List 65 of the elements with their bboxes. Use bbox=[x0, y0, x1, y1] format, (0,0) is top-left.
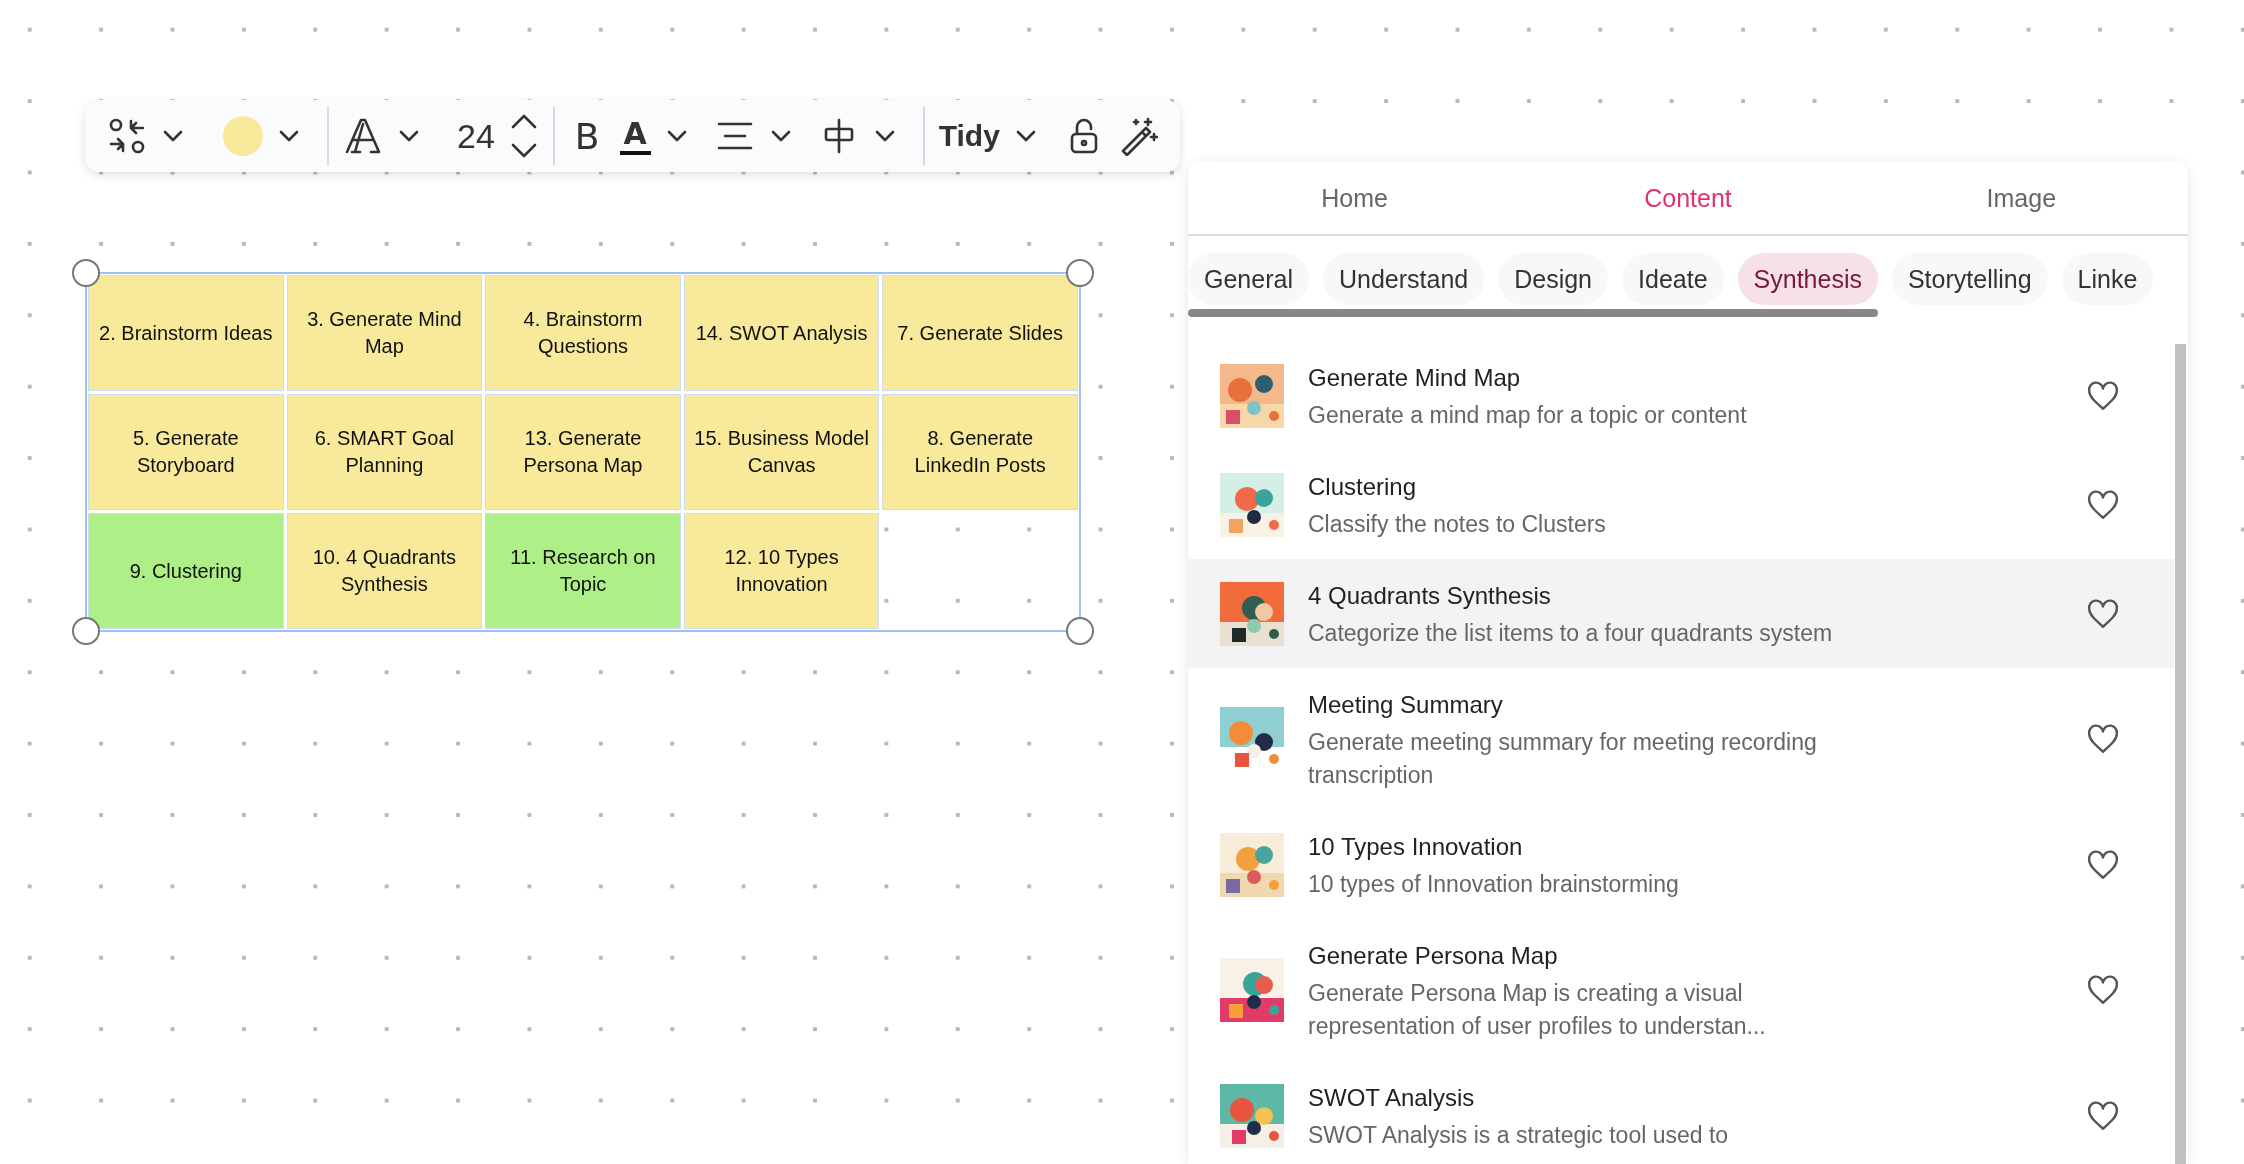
item-title: 4 Quadrants Synthesis bbox=[1308, 581, 1552, 611]
prompt-item[interactable]: SWOT Analysis SWOT Analysis is a strategic tool used to bbox=[1188, 1061, 2174, 1164]
resize-handle[interactable] bbox=[72, 259, 100, 287]
prompt-item[interactable]: Meeting Summary Generate meeting summary for meeting recording transcription bbox=[1188, 668, 2174, 810]
item-title: SWOT Analysis bbox=[1308, 1083, 1476, 1113]
sticky-note[interactable]: 12. 10 Types Innovation bbox=[684, 514, 879, 628]
item-description: Generate Persona Map is creating a visual representation of user profiles to understan... bbox=[1308, 979, 1767, 1041]
sticky-note[interactable]: 2. Brainstorm Ideas bbox=[89, 276, 283, 390]
sticky-note[interactable]: 11. Research on Topic bbox=[486, 514, 680, 628]
item-title: Generate Persona Map bbox=[1308, 941, 1559, 971]
item-title: Clustering bbox=[1308, 472, 1418, 502]
category-chip[interactable]: Storytelling bbox=[1891, 253, 2048, 305]
heart-icon[interactable] bbox=[2086, 596, 2120, 631]
scrollbar[interactable] bbox=[2175, 344, 2186, 1164]
heart-icon[interactable] bbox=[2086, 487, 2120, 522]
tab[interactable]: Image bbox=[1854, 162, 2188, 234]
item-description: Generate a mind map for a topic or content bbox=[1308, 401, 1748, 430]
text-color-button[interactable]: A bbox=[619, 117, 651, 155]
item-description: SWOT Analysis is a strategic tool used to bbox=[1308, 1121, 1730, 1150]
item-title: Meeting Summary bbox=[1308, 690, 1504, 720]
item-title: 10 Types Innovation bbox=[1308, 832, 1524, 862]
sticky-note[interactable]: 13. Generate Persona Map bbox=[486, 395, 680, 509]
resize-handle[interactable] bbox=[72, 617, 100, 645]
font-icon[interactable] bbox=[343, 116, 383, 156]
sticky-note[interactable]: 3. Generate Mind Map bbox=[287, 276, 482, 390]
heart-icon[interactable] bbox=[2086, 1098, 2120, 1133]
tidy-button[interactable]: Tidy bbox=[938, 119, 1000, 153]
prompt-item[interactable]: Clustering Classify the notes to Clusters bbox=[1188, 450, 2174, 559]
sticky-note[interactable]: 6. SMART Goal Planning bbox=[287, 395, 482, 509]
category-chip[interactable]: Ideate bbox=[1622, 253, 1724, 305]
color-swatch[interactable] bbox=[223, 116, 263, 156]
category-chip[interactable]: General bbox=[1188, 253, 1309, 305]
prompt-item[interactable]: 10 Types Innovation 10 types of Innovation brainstorming bbox=[1188, 810, 2174, 919]
font-size-value[interactable]: 24 bbox=[457, 116, 495, 156]
swap-icon[interactable] bbox=[107, 116, 147, 156]
prompt-item[interactable]: Generate Mind Map Generate a mind map for a topic or content bbox=[1188, 341, 2174, 450]
item-title: Generate Mind Map bbox=[1308, 363, 1522, 393]
item-description: Categorize the list items to a four quadrants system bbox=[1308, 619, 1834, 648]
sticky-note[interactable]: 4. Brainstorm Questions bbox=[486, 276, 680, 390]
sticky-note[interactable]: 9. Clustering bbox=[89, 514, 283, 628]
heart-icon[interactable] bbox=[2086, 722, 2120, 756]
category-chip[interactable]: Linke bbox=[2061, 253, 2154, 305]
sticky-note[interactable]: 7. Generate Slides bbox=[883, 276, 1077, 390]
prompt-item[interactable]: Generate Persona Map Generate Persona Map is creating a visual representation of user profiles to understan... bbox=[1188, 919, 2174, 1061]
resize-handle[interactable] bbox=[1066, 617, 1094, 645]
category-chip[interactable]: Design bbox=[1498, 253, 1609, 305]
item-description: 10 types of Innovation brainstorming bbox=[1308, 870, 1680, 899]
prompt-item[interactable]: 4 Quadrants Synthesis Categorize the list items to a four quadrants system bbox=[1188, 559, 2174, 668]
resize-handle[interactable] bbox=[1066, 259, 1094, 287]
category-chip[interactable]: Understand bbox=[1322, 253, 1485, 305]
item-description: Classify the notes to Clusters bbox=[1308, 510, 1607, 539]
tab[interactable]: Content bbox=[1521, 162, 1855, 234]
sticky-note[interactable]: 10. 4 Quadrants Synthesis bbox=[287, 514, 482, 628]
sticky-note[interactable]: 8. Generate LinkedIn Posts bbox=[883, 395, 1077, 509]
item-description: Generate meeting summary for meeting recording transcription bbox=[1308, 728, 1818, 790]
tab[interactable]: Home bbox=[1188, 162, 1522, 234]
heart-icon[interactable] bbox=[2086, 847, 2120, 882]
sticky-note[interactable]: 15. Business Model Canvas bbox=[684, 395, 879, 509]
heart-icon[interactable] bbox=[2086, 378, 2120, 413]
category-chip[interactable]: Synthesis bbox=[1737, 253, 1878, 305]
sticky-note[interactable]: 5. Generate Storyboard bbox=[89, 395, 283, 509]
scrollbar[interactable] bbox=[1188, 309, 1878, 317]
bold-button[interactable]: B bbox=[568, 115, 606, 157]
sticky-note[interactable]: 14. SWOT Analysis bbox=[684, 276, 879, 390]
heart-icon[interactable] bbox=[2086, 973, 2120, 1007]
